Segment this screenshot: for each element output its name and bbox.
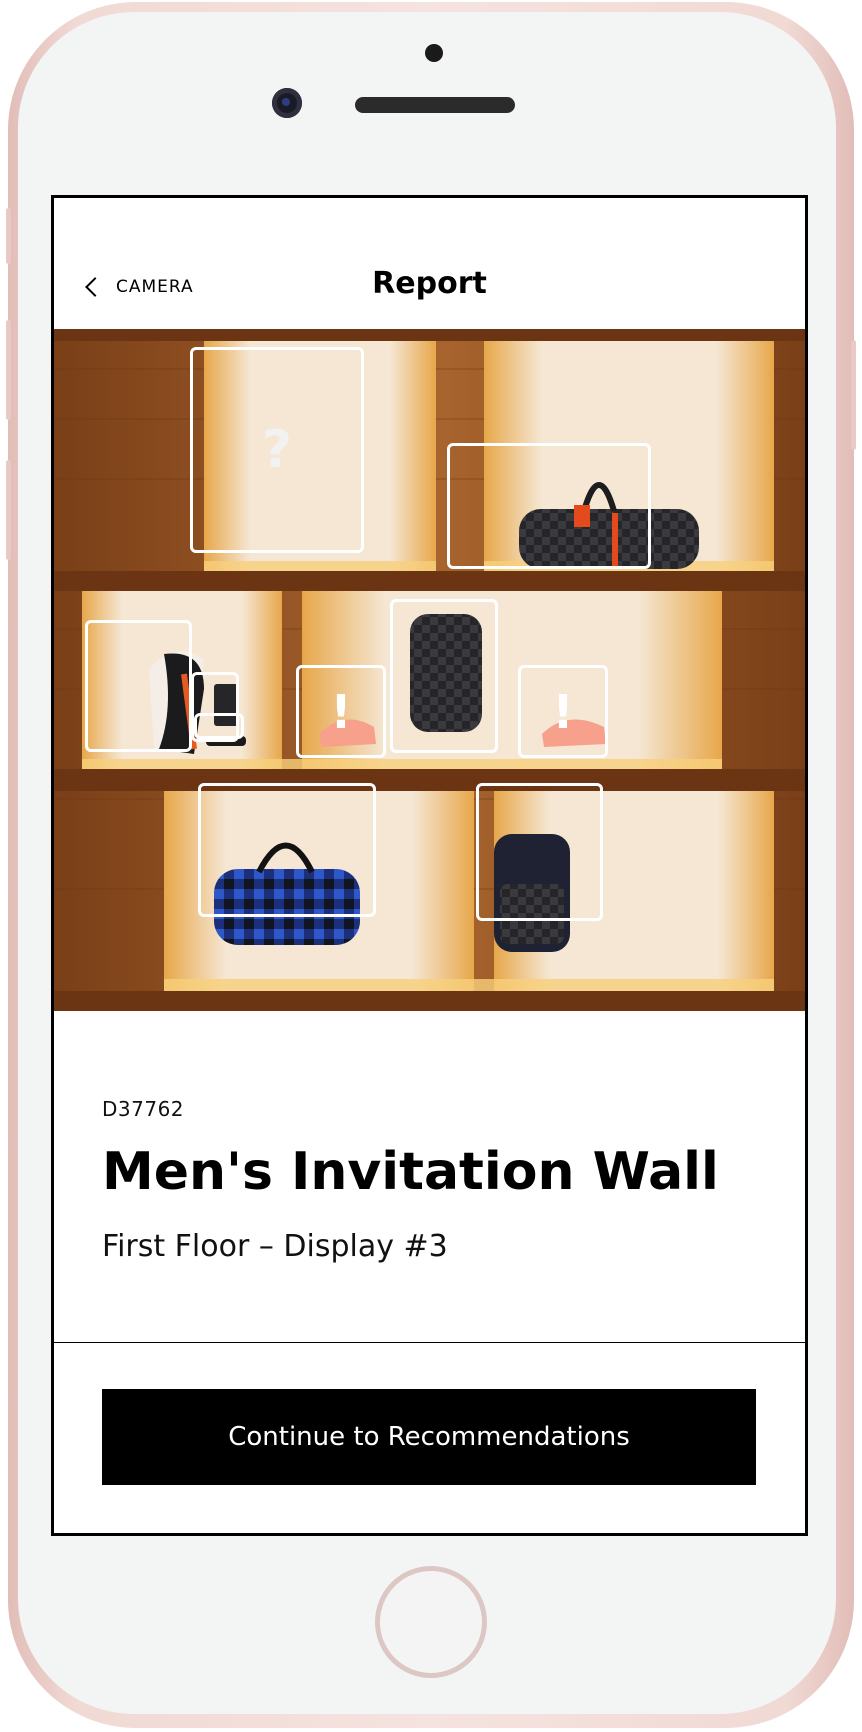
alert-icon: ! bbox=[552, 684, 574, 739]
app-screen: CAMERA Report ? ! ! D37762 Men's Invitat… bbox=[51, 195, 808, 1536]
highlight-missing-item[interactable]: ? bbox=[190, 347, 364, 553]
highlight-duffle-bag-damier[interactable] bbox=[447, 443, 651, 569]
highlight-sneaker-alert-right[interactable]: ! bbox=[518, 665, 608, 758]
silent-switch bbox=[6, 208, 11, 264]
display-location: First Floor – Display #3 bbox=[102, 1229, 448, 1264]
highlight-blue-duffle[interactable] bbox=[198, 783, 376, 917]
display-photo: ? ! ! bbox=[54, 329, 805, 1011]
question-mark-icon: ? bbox=[261, 420, 293, 480]
alert-icon: ! bbox=[330, 684, 352, 739]
display-title: Men's Invitation Wall bbox=[102, 1142, 719, 1202]
display-info: D37762 Men's Invitation Wall First Floor… bbox=[54, 1011, 805, 1339]
highlight-sneaker-alert-left[interactable]: ! bbox=[296, 665, 386, 758]
highlight-backpack-bottom[interactable] bbox=[476, 783, 603, 921]
page-title: Report bbox=[372, 266, 487, 301]
display-code: D37762 bbox=[102, 1097, 185, 1121]
highlight-sunglasses[interactable] bbox=[194, 713, 244, 739]
volume-up-button bbox=[6, 320, 11, 420]
earpiece-speaker bbox=[355, 97, 515, 113]
divider bbox=[54, 1342, 805, 1343]
front-camera bbox=[272, 88, 302, 118]
home-button[interactable] bbox=[375, 1566, 487, 1678]
volume-down-button bbox=[6, 460, 11, 560]
highlight-backpack-middle[interactable] bbox=[390, 599, 498, 753]
nav-bar: CAMERA Report bbox=[54, 198, 805, 329]
continue-to-recommendations-button[interactable]: Continue to Recommendations bbox=[102, 1389, 756, 1485]
power-button bbox=[851, 340, 856, 450]
highlight-scarf[interactable] bbox=[85, 620, 192, 752]
proximity-sensor bbox=[425, 44, 443, 62]
